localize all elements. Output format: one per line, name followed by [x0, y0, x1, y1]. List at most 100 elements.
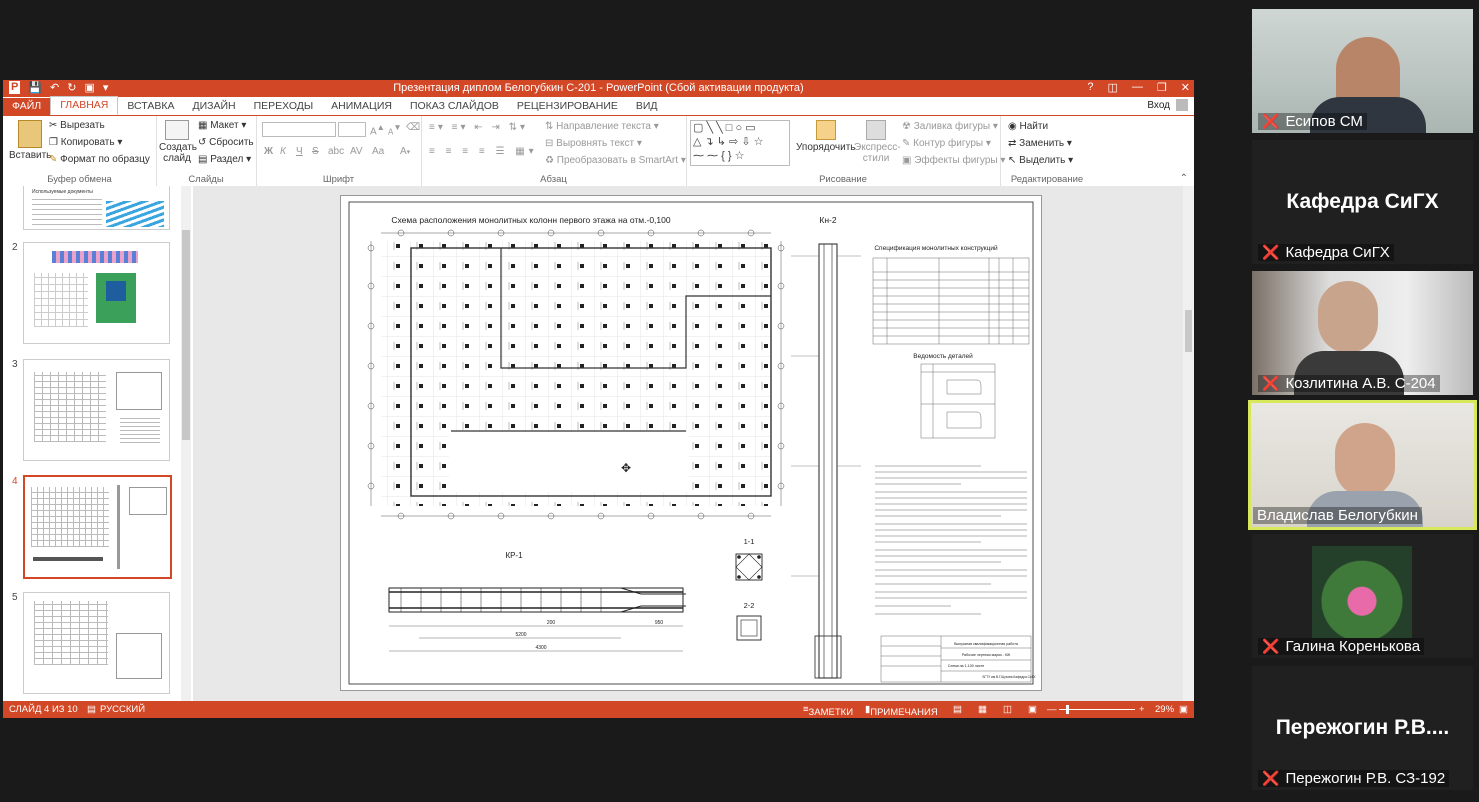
- thumbnail-3-notes: [120, 418, 160, 444]
- current-slide[interactable]: Схема расположения монолитных колонн пер…: [340, 195, 1042, 691]
- participant-tile-2[interactable]: Кафедра СиГХ ❌ Кафедра СиГХ: [1252, 140, 1473, 264]
- paste-button[interactable]: Вставить: [9, 120, 51, 161]
- list-icons[interactable]: ≡▾ ≡▾ ⇤ ⇥ ⇅▾: [429, 122, 528, 133]
- restore-icon[interactable]: ❐: [1157, 81, 1167, 94]
- format-painter-button[interactable]: ✎ Формат по образцу: [49, 154, 150, 165]
- slide-canvas[interactable]: Схема расположения монолитных колонн пер…: [193, 186, 1183, 701]
- slide-thumbnail-5[interactable]: [23, 592, 170, 694]
- align-text-button[interactable]: ⊟ Выровнять текст ▾: [545, 138, 642, 149]
- participant-tile-1[interactable]: ❌ Есипов СМ: [1252, 9, 1473, 133]
- language-indicator[interactable]: РУССКИЙ: [100, 704, 145, 715]
- clear-format-icon[interactable]: ⌫: [406, 122, 420, 133]
- reset-label: Сбросить: [209, 137, 254, 148]
- zoom-slider-thumb[interactable]: [1066, 705, 1069, 714]
- notes-button[interactable]: ≡ ЗАМЕТКИ: [803, 704, 853, 718]
- new-slide-button[interactable]: Создать слайд: [159, 120, 198, 164]
- spacing-button[interactable]: AV: [350, 146, 363, 157]
- arrange-button[interactable]: Упорядочить: [796, 120, 856, 153]
- zoom-out-icon[interactable]: —: [1047, 704, 1057, 715]
- thumbnails-scrollbar[interactable]: [181, 186, 191, 701]
- participant-tile-6[interactable]: Пережогин Р.В.... ❌ Пережогин Р.В. СЗ-192: [1252, 666, 1473, 790]
- shadow-icon[interactable]: abc: [328, 146, 344, 157]
- close-icon[interactable]: ✕: [1181, 81, 1190, 94]
- participant-tile-3[interactable]: ❌ Козлитина А.В. С-204: [1252, 271, 1473, 395]
- tab-file[interactable]: ФАЙЛ: [3, 98, 51, 115]
- zoom-in-icon[interactable]: +: [1139, 704, 1145, 715]
- font-color-icon[interactable]: A▾: [400, 146, 410, 157]
- replace-button[interactable]: ⇄ Заменить ▾: [1008, 138, 1072, 149]
- find-label: Найти: [1019, 121, 1049, 132]
- collapse-ribbon-icon[interactable]: ⌃: [1180, 173, 1188, 184]
- slide-thumbnail-4[interactable]: [23, 475, 172, 579]
- slide-sorter-icon[interactable]: ▦: [978, 704, 987, 715]
- find-button[interactable]: ◉ Найти: [1008, 121, 1048, 132]
- copy-button[interactable]: ❐ Копировать ▾: [49, 137, 122, 148]
- mic-muted-icon: ❌: [1262, 770, 1280, 786]
- thumbnail-2-drawing: [34, 273, 88, 327]
- bold-button[interactable]: Ж: [264, 146, 273, 157]
- drawing-sheet: Схема расположения монолитных колонн пер…: [348, 201, 1036, 685]
- grow-font-button[interactable]: A▲: [370, 122, 385, 137]
- slide-thumbnail-3[interactable]: [23, 359, 170, 461]
- tab-transitions[interactable]: ПЕРЕХОДЫ: [245, 98, 323, 115]
- dim-4300: 4300: [535, 645, 546, 651]
- canvas-scrollbar[interactable]: [1183, 186, 1194, 701]
- zoom-level[interactable]: 29%: [1155, 704, 1174, 715]
- slideshow-view-icon[interactable]: ▣: [1028, 704, 1037, 715]
- shape-fill-button[interactable]: ☢ Заливка фигуры ▾: [902, 121, 998, 132]
- tab-animations[interactable]: АНИМАЦИЯ: [322, 98, 401, 115]
- tab-review[interactable]: РЕЦЕНЗИРОВАНИЕ: [508, 98, 627, 115]
- tab-home[interactable]: ГЛАВНАЯ: [50, 96, 119, 115]
- reset-button[interactable]: ↺ Сбросить: [198, 137, 254, 148]
- new-slide-label: Создать слайд: [159, 142, 198, 164]
- normal-view-icon[interactable]: ▤: [953, 704, 962, 715]
- zoom-slider[interactable]: [1059, 709, 1135, 710]
- tab-view[interactable]: ВИД: [627, 98, 667, 115]
- sign-in[interactable]: Вход: [1147, 99, 1188, 111]
- text-direction-button[interactable]: ⇅ Направление текста ▾: [545, 121, 659, 132]
- participant-tile-5[interactable]: ❌ Галина Коренькова: [1252, 534, 1473, 658]
- mic-muted-icon: ❌: [1262, 244, 1280, 260]
- new-slide-icon: [165, 120, 189, 140]
- comments-button[interactable]: ▮ ПРИМЕЧАНИЯ: [865, 704, 938, 718]
- reading-view-icon[interactable]: ◫: [1003, 704, 1012, 715]
- font-size-input[interactable]: [338, 122, 366, 137]
- cut-button[interactable]: ✂ Вырезать: [49, 120, 105, 131]
- shrink-font-button[interactable]: A▼: [388, 122, 402, 137]
- replace-label: Заменить: [1019, 138, 1065, 149]
- quick-styles-button[interactable]: Экспресс-стили: [854, 120, 901, 164]
- tab-design[interactable]: ДИЗАЙН: [183, 98, 244, 115]
- shapes-gallery[interactable]: ▢ ╲ ╲ □ ○ ▭ △ ↴ ↳ ⇨ ⇩ ☆ ⁓ ⁓ { } ☆: [690, 120, 790, 166]
- participant-tile-4-active[interactable]: Владислав Белогубкин: [1248, 400, 1477, 530]
- tab-slideshow[interactable]: ПОКАЗ СЛАЙДОВ: [401, 98, 508, 115]
- thumbnails-scroll-thumb[interactable]: [182, 230, 190, 440]
- fit-slide-icon[interactable]: ▣: [1179, 704, 1188, 715]
- layout-button[interactable]: ▦ Макет ▾: [198, 120, 246, 131]
- font-name-input[interactable]: [262, 122, 336, 137]
- minimize-icon[interactable]: —: [1132, 81, 1143, 94]
- thumbnail-1-lines: [32, 199, 102, 225]
- thumbnail-2-blue-area: [106, 281, 126, 301]
- stamp-line-2: Рабочие чертежи марки - КЖ: [962, 653, 1011, 657]
- column-kn2: [791, 243, 861, 679]
- select-button[interactable]: ↖ Выделить ▾: [1008, 155, 1073, 166]
- section-button[interactable]: ▤ Раздел ▾: [198, 154, 251, 165]
- italic-button[interactable]: К: [280, 146, 286, 157]
- underline-button[interactable]: Ч: [296, 146, 303, 157]
- sign-in-label: Вход: [1147, 99, 1170, 111]
- layout-label: Макет: [210, 120, 239, 131]
- strike-button[interactable]: S: [312, 146, 319, 157]
- tab-insert[interactable]: ВСТАВКА: [118, 98, 183, 115]
- help-icon[interactable]: ?: [1087, 81, 1093, 94]
- section-2-2-title: 2-2: [744, 601, 755, 610]
- case-button[interactable]: Aa: [372, 146, 384, 157]
- slide-thumbnail-1[interactable]: Используемые документы: [23, 186, 170, 230]
- shape-effects-button[interactable]: ▣ Эффекты фигуры ▾: [902, 155, 1005, 166]
- slide-thumbnail-2[interactable]: [23, 242, 170, 344]
- spellcheck-icon[interactable]: ▤: [87, 704, 96, 715]
- align-icons[interactable]: ≡ ≡ ≡ ≡ ☰ ▦▾: [429, 146, 538, 157]
- canvas-scroll-thumb[interactable]: [1185, 310, 1192, 352]
- smartart-button[interactable]: ♻ Преобразовать в SmartArt ▾: [545, 155, 686, 166]
- ribbon-display-icon[interactable]: ◫: [1108, 81, 1118, 94]
- shape-outline-button[interactable]: ✎ Контур фигуры ▾: [902, 138, 991, 149]
